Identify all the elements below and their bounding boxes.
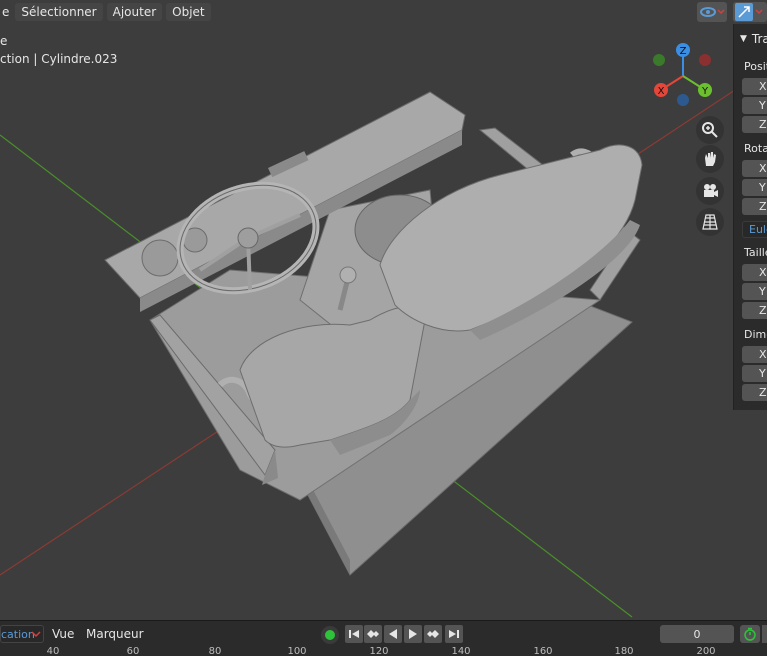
hand-pan-icon bbox=[705, 152, 716, 166]
grid-perspective-icon bbox=[702, 214, 718, 230]
auto-keying-button[interactable] bbox=[321, 626, 339, 644]
location-z-field[interactable]: Z bbox=[742, 116, 767, 133]
timeline-mode-label: cation bbox=[1, 627, 35, 641]
menu-item-add[interactable]: Ajouter bbox=[106, 3, 163, 21]
timeline-extra-button[interactable] bbox=[762, 625, 767, 643]
rotation-z-field[interactable]: Z bbox=[742, 198, 767, 215]
ruler-tick: 120 bbox=[369, 646, 389, 656]
neg-x-axis-ball bbox=[699, 54, 711, 66]
timeline-mode-select[interactable]: cation bbox=[0, 625, 44, 643]
camera-icon bbox=[704, 184, 718, 197]
timeline-ruler[interactable]: 40 60 80 100 120 140 160 180 200 bbox=[0, 646, 767, 656]
play-icon bbox=[409, 629, 417, 639]
jump-to-start-button[interactable] bbox=[345, 625, 363, 643]
ruler-tick: 160 bbox=[533, 646, 553, 656]
ruler-tick: 40 bbox=[46, 646, 60, 656]
ruler-tick: 60 bbox=[126, 646, 140, 656]
chevron-down-icon bbox=[31, 631, 41, 638]
menu-item-object[interactable]: Objet bbox=[166, 3, 211, 21]
ruler-tick: 200 bbox=[696, 646, 716, 656]
location-x-field[interactable]: X bbox=[742, 78, 767, 95]
ruler-tick: 80 bbox=[208, 646, 222, 656]
3d-viewport[interactable]: e Sélectionner Ajouter Objet e ction | C… bbox=[0, 0, 767, 620]
ruler-tick: 180 bbox=[614, 646, 634, 656]
visibility-dropdown[interactable] bbox=[697, 2, 727, 22]
menu-item-select[interactable]: Sélectionner bbox=[15, 3, 103, 21]
neg-z-axis-ball bbox=[677, 94, 689, 106]
play-reverse-icon bbox=[389, 629, 397, 639]
view-mode-text: e bbox=[0, 34, 8, 48]
eye-icon bbox=[700, 7, 725, 17]
keyframe-next-icon bbox=[427, 630, 439, 638]
collection-object-text: ction | Cylindre.023 bbox=[0, 52, 118, 66]
gizmo-icon bbox=[735, 3, 753, 21]
rotation-x-field[interactable]: X bbox=[742, 160, 767, 177]
keyframe-prev-icon bbox=[367, 630, 379, 638]
stopwatch-icon bbox=[744, 627, 756, 641]
scale-x-field[interactable]: X bbox=[742, 264, 767, 281]
neg-y-axis-ball bbox=[653, 54, 665, 66]
camera-view-button[interactable] bbox=[696, 177, 724, 205]
disclosure-triangle-icon: ▼ bbox=[740, 34, 747, 44]
ruler-tick: 100 bbox=[287, 646, 307, 656]
rotation-y-field[interactable]: Y bbox=[742, 179, 767, 196]
ruler-tick: 140 bbox=[451, 646, 471, 656]
dimensions-z-field[interactable]: Z bbox=[742, 384, 767, 401]
dimensions-y-field[interactable]: Y bbox=[742, 365, 767, 382]
dimensions-x-field[interactable]: X bbox=[742, 346, 767, 363]
pan-button[interactable] bbox=[696, 145, 724, 173]
scale-y-field[interactable]: Y bbox=[742, 283, 767, 300]
chevron-down-icon bbox=[755, 9, 763, 15]
sidebar-properties-panel: ▼ Tra Positi X Y Z Rotat X Y Z Eule Tail… bbox=[733, 24, 767, 410]
x-axis-label: X bbox=[658, 86, 665, 97]
menu-item-view-cut[interactable]: e bbox=[0, 3, 11, 21]
car-interior-model bbox=[104, 91, 643, 576]
navigation-gizmo[interactable]: Z X Y bbox=[645, 38, 725, 108]
timeline-menu-view[interactable]: Vue bbox=[52, 627, 74, 641]
jump-to-end-button[interactable] bbox=[445, 625, 463, 643]
timeline-header: cation Vue Marqueur 0 bbox=[0, 620, 767, 647]
z-axis-label: Z bbox=[680, 46, 687, 57]
location-y-field[interactable]: Y bbox=[742, 97, 767, 114]
location-label: Positi bbox=[744, 60, 767, 73]
scale-z-field[interactable]: Z bbox=[742, 302, 767, 319]
zoom-icon bbox=[702, 122, 718, 138]
current-frame-field[interactable]: 0 bbox=[660, 625, 734, 643]
jump-to-keyframe-next-button[interactable] bbox=[424, 625, 442, 643]
rotation-mode-select[interactable]: Eule bbox=[742, 221, 767, 238]
dimensions-label: Dime bbox=[744, 328, 767, 341]
skip-end-icon bbox=[449, 630, 459, 638]
y-axis-label: Y bbox=[701, 86, 709, 97]
zoom-button[interactable] bbox=[696, 116, 724, 144]
gizmo-toggle-button[interactable] bbox=[733, 2, 767, 22]
transform-panel-header[interactable]: ▼ Tra bbox=[734, 28, 767, 50]
perspective-toggle-button[interactable] bbox=[696, 208, 724, 236]
scale-label: Taille bbox=[744, 246, 767, 259]
jump-to-keyframe-prev-button[interactable] bbox=[364, 625, 382, 643]
skip-start-icon bbox=[349, 630, 359, 638]
play-button[interactable] bbox=[404, 625, 422, 643]
record-icon bbox=[325, 630, 335, 640]
viewport-header-menu: e Sélectionner Ajouter Objet bbox=[0, 0, 211, 24]
rotation-label: Rotat bbox=[744, 142, 767, 155]
transform-panel-title: Tra bbox=[751, 32, 767, 46]
preview-range-button[interactable] bbox=[740, 625, 760, 643]
play-reverse-button[interactable] bbox=[384, 625, 402, 643]
timeline-menu-marker[interactable]: Marqueur bbox=[86, 627, 144, 641]
